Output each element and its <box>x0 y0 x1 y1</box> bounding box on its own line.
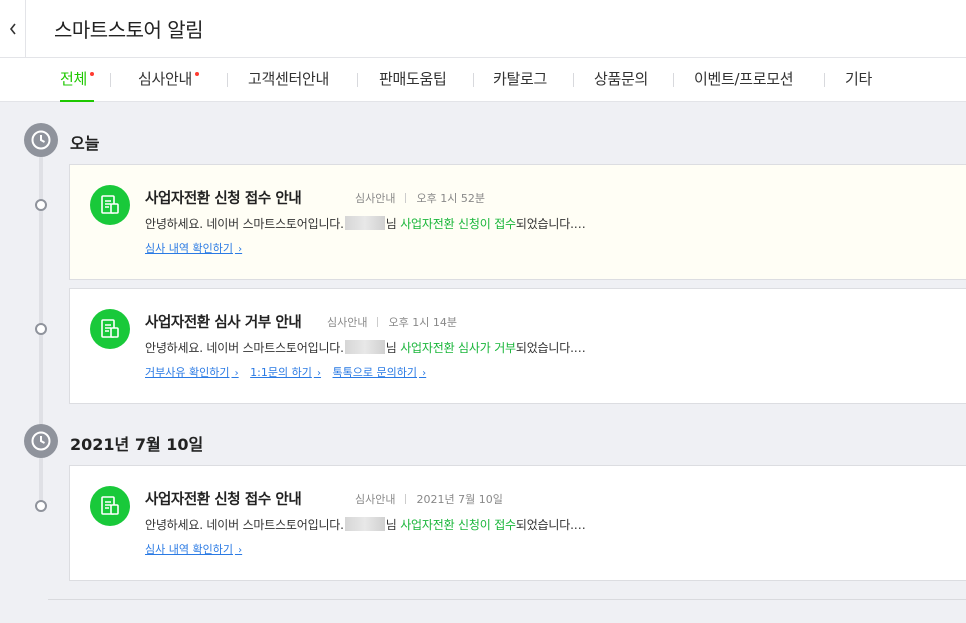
date-group-label: 2021년 7월 10일 <box>70 435 204 454</box>
card-time: 2021년 7월 10일 <box>416 493 503 506</box>
talktalk-inquiry-link[interactable]: 톡톡으로 문의하기 › <box>333 366 427 379</box>
date-group-label: 오늘 <box>70 134 100 153</box>
tab-separator <box>673 73 674 87</box>
card-category: 심사안내 <box>355 493 396 506</box>
tab-etc[interactable]: 기타 <box>845 58 872 102</box>
card-category: 심사안내 <box>355 192 396 205</box>
clock-icon <box>24 123 58 157</box>
back-button[interactable] <box>0 0 26 58</box>
chevron-left-icon <box>9 23 16 35</box>
tab-events[interactable]: 이벤트/프로모션 <box>694 58 794 102</box>
tab-bar: 전체 심사안내 고객센터안내 판매도움팁 카탈로그 상품문의 이벤트/프로모션 … <box>0 58 966 102</box>
blurred-name <box>344 216 385 230</box>
chevron-right-icon: › <box>234 244 243 255</box>
card-meta: 심사안내 오후 1시 52분 <box>355 190 485 206</box>
notification-card[interactable]: 사업자전환 신청 접수 안내 심사안내 2021년 7월 10일 안녕하세요. 네… <box>69 465 966 581</box>
tab-customer-center[interactable]: 고객센터안내 <box>248 58 329 102</box>
view-reject-reason-link[interactable]: 거부사유 확인하기 › <box>145 366 239 379</box>
tab-all[interactable]: 전체 <box>60 58 95 102</box>
card-links: 심사 내역 확인하기 › <box>145 541 250 557</box>
tab-separator <box>227 73 228 87</box>
view-review-link[interactable]: 심사 내역 확인하기 › <box>145 242 242 255</box>
chevron-right-icon: › <box>234 545 243 556</box>
document-icon <box>90 309 130 349</box>
header: 스마트스토어 알림 <box>0 0 966 58</box>
card-title: 사업자전환 신청 접수 안내 <box>145 191 302 207</box>
chevron-right-icon: › <box>313 368 322 379</box>
card-body: 안녕하세요. 네이버 스마트스토어입니다. 님 사업자전환 신청이 접수되었습니다… <box>145 216 586 231</box>
document-icon <box>90 486 130 526</box>
tab-separator <box>824 73 825 87</box>
card-body: 안녕하세요. 네이버 스마트스토어입니다. 님 사업자전환 심사가 거부되었습니다… <box>145 340 586 355</box>
card-time: 오후 1시 14분 <box>388 316 457 329</box>
timeline-node <box>35 199 47 211</box>
card-title: 사업자전환 심사 거부 안내 <box>145 315 302 331</box>
tab-review[interactable]: 심사안내 <box>138 58 200 102</box>
tab-separator <box>110 73 111 87</box>
one-to-one-inquiry-link[interactable]: 1:1문의 하기 › <box>250 366 321 379</box>
tab-separator <box>573 73 574 87</box>
card-meta: 심사안내 2021년 7월 10일 <box>355 491 503 507</box>
new-dot <box>90 72 95 76</box>
tab-product-inquiry[interactable]: 상품문의 <box>594 58 648 102</box>
view-review-link[interactable]: 심사 내역 확인하기 › <box>145 543 242 556</box>
card-links: 거부사유 확인하기 › 1:1문의 하기 › 톡톡으로 문의하기 › <box>145 364 434 380</box>
clock-icon <box>24 424 58 458</box>
timeline-node <box>35 323 47 335</box>
notification-card[interactable]: 사업자전환 심사 거부 안내 심사안내 오후 1시 14분 안녕하세요. 네이버 … <box>69 288 966 404</box>
new-dot <box>195 72 200 76</box>
card-title: 사업자전환 신청 접수 안내 <box>145 492 302 508</box>
card-time: 오후 1시 52분 <box>416 192 485 205</box>
blurred-name <box>344 517 385 531</box>
notification-card[interactable]: 사업자전환 신청 접수 안내 심사안내 오후 1시 52분 안녕하세요. 네이버 … <box>69 164 966 280</box>
tab-sales-tips[interactable]: 판매도움팁 <box>379 58 447 102</box>
blurred-name <box>344 340 385 354</box>
tab-separator <box>473 73 474 87</box>
page-title: 스마트스토어 알림 <box>54 18 204 42</box>
card-meta: 심사안내 오후 1시 14분 <box>327 314 457 330</box>
divider <box>48 599 966 600</box>
tab-catalog[interactable]: 카탈로그 <box>493 58 547 102</box>
card-body: 안녕하세요. 네이버 스마트스토어입니다. 님 사업자전환 신청이 접수되었습니다… <box>145 517 586 532</box>
timeline-node <box>35 500 47 512</box>
chevron-right-icon: › <box>419 368 427 379</box>
chevron-right-icon: › <box>231 368 239 379</box>
tab-separator <box>357 73 358 87</box>
document-icon <box>90 185 130 225</box>
card-category: 심사안내 <box>327 316 368 329</box>
card-links: 심사 내역 확인하기 › <box>145 240 250 256</box>
